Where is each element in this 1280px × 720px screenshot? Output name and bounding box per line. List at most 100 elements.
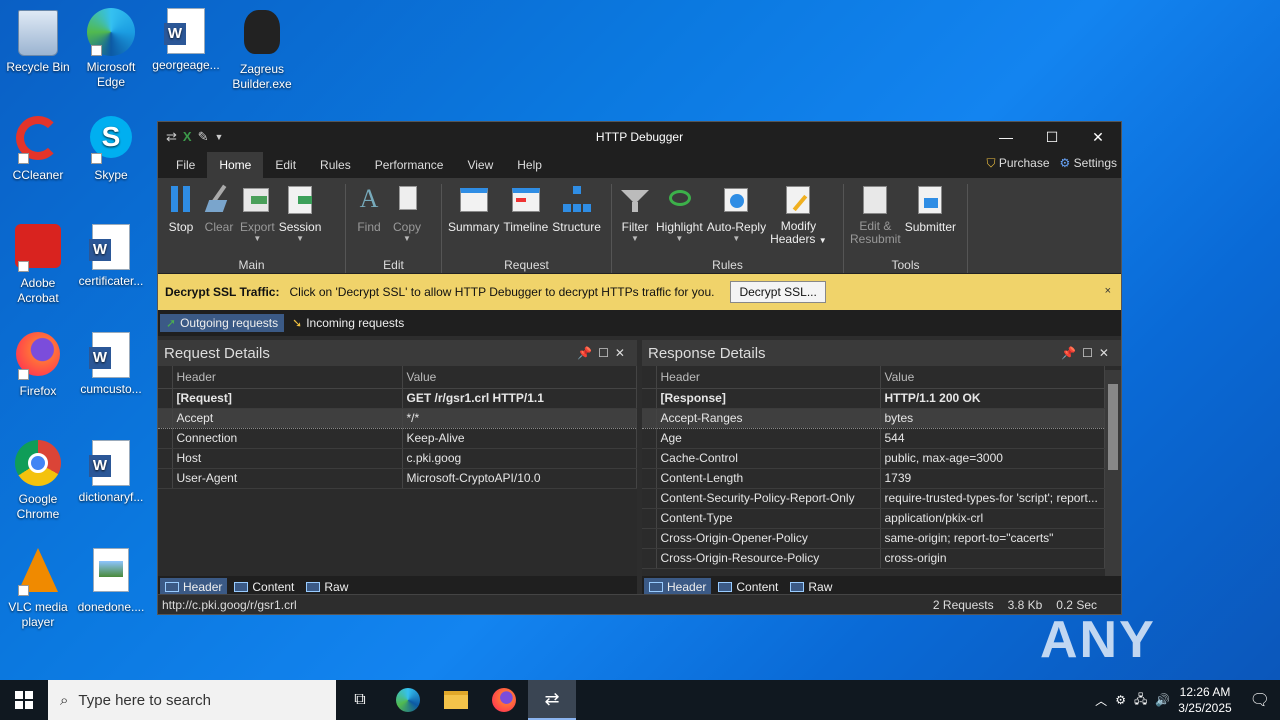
network-icon[interactable]: 🖧 [1134, 690, 1147, 711]
column-header[interactable]: Header [656, 366, 881, 389]
table-row[interactable]: [Request] GET /r/gsr1.crl HTTP/1.1 [158, 388, 637, 409]
desktop-icon-donedone[interactable]: donedone.... [73, 548, 149, 615]
clock[interactable]: 12:26 AM 3/25/2025 [1178, 684, 1231, 716]
table-row[interactable]: User-Agent Microsoft-CryptoAPI/10.0 [158, 468, 637, 489]
modify-headers-button[interactable]: Modify Headers ▼ [770, 184, 827, 258]
desktop-icon-georgeage[interactable]: georgeage... [148, 8, 224, 73]
banner-close-icon[interactable]: × [1105, 285, 1111, 297]
table-row[interactable]: Cache-Control public, max-age=3000 [642, 448, 1105, 469]
column-value[interactable]: Value [402, 366, 637, 389]
start-button[interactable] [0, 680, 48, 720]
desktop-icon-firefox[interactable]: Firefox [0, 332, 76, 399]
table-row[interactable]: Connection Keep-Alive [158, 428, 637, 449]
desktop-icon-recycle-bin[interactable]: Recycle Bin [0, 8, 76, 75]
pane-controls[interactable]: 📌☐✕ [577, 346, 631, 360]
scroll-thumb[interactable] [1108, 384, 1118, 470]
decrypt-ssl-button[interactable]: Decrypt SSL... [730, 281, 826, 303]
tab-incoming-requests[interactable]: ➘ Incoming requests [286, 314, 410, 332]
taskbar-search-box[interactable]: ⌕ Type here to search [48, 680, 336, 720]
response-headers-table: Header Value [Response] HTTP/1.1 200 OK Ac… [642, 366, 1105, 569]
notification-icon[interactable]: 🗨 [1250, 690, 1270, 710]
timeline-button[interactable]: Timeline [503, 184, 548, 258]
menu-help[interactable]: Help [505, 152, 554, 178]
edit-resubmit-icon [859, 184, 891, 216]
settings-button[interactable]: ⚙ Settings [1060, 156, 1117, 171]
table-row[interactable]: Content-Type application/pkix-crl [642, 508, 1105, 529]
response-scrollbar[interactable] [1105, 370, 1121, 576]
auto-reply-button[interactable]: Auto-Reply ▼ [707, 184, 766, 258]
raw-icon [306, 582, 321, 592]
taskbar-file-explorer[interactable] [432, 680, 480, 720]
dropdown-arrow-icon: ▼ [403, 234, 411, 243]
table-row[interactable]: Age 544 [642, 428, 1105, 449]
filter-button[interactable]: Filter ▼ [618, 184, 652, 258]
desktop-icon-label: CCleaner [12, 168, 64, 182]
desktop-icon-chrome[interactable]: Google Chrome [0, 440, 76, 522]
word-doc-icon [89, 224, 130, 270]
desktop-icon-zagreus[interactable]: Zagreus Builder.exe [224, 8, 300, 92]
stop-button[interactable]: Stop [164, 184, 198, 258]
table-row[interactable]: Content-Security-Policy-Report-Only requi… [642, 488, 1105, 509]
table-row[interactable]: Accept */* [158, 407, 637, 429]
session-button[interactable]: Session ▼ [279, 184, 321, 258]
column-value[interactable]: Value [880, 366, 1105, 389]
volume-icon[interactable]: 🔊 [1155, 693, 1170, 707]
menu-file[interactable]: File [164, 152, 207, 178]
tray-app-icon[interactable]: ⚙ [1115, 693, 1126, 707]
summary-button[interactable]: Summary [448, 184, 499, 258]
banner-text: Click on 'Decrypt SSL' to allow HTTP Deb… [289, 285, 715, 299]
desktop-icon-label: cumcusto... [80, 382, 142, 396]
task-view-button[interactable]: ⧉ [336, 680, 384, 720]
submitter-button[interactable]: Submitter [905, 184, 956, 258]
cell-value: same-origin; report-to="cacerts" [880, 528, 1105, 549]
taskbar-http-debugger[interactable]: ⇄ [528, 680, 576, 720]
copy-button[interactable]: Copy ▼ [390, 184, 424, 258]
table-row[interactable]: Host c.pki.goog [158, 448, 637, 469]
group-label-rules: Rules [712, 257, 743, 272]
table-row[interactable]: Cross-Origin-Opener-Policy same-origin; r… [642, 528, 1105, 549]
desktop-icon-certificater[interactable]: certificater... [73, 224, 149, 289]
find-label: Find [357, 220, 381, 234]
tray-chevron-icon[interactable]: ︿ [1095, 692, 1107, 709]
desktop-icon-acrobat[interactable]: Adobe Acrobat [0, 224, 76, 306]
column-header[interactable]: Header [172, 366, 403, 389]
table-row[interactable]: Content-Length 1739 [642, 468, 1105, 489]
table-row[interactable]: Cross-Origin-Resource-Policy cross-origin [642, 548, 1105, 569]
cell-header: Accept [172, 407, 403, 429]
highlight-icon [663, 184, 695, 216]
cell-value: 544 [880, 428, 1105, 449]
close-button[interactable]: ✕ [1075, 122, 1121, 152]
table-row[interactable]: Accept-Ranges bytes [642, 407, 1105, 429]
highlight-button[interactable]: Highlight ▼ [656, 184, 703, 258]
cell-value: GET /r/gsr1.crl HTTP/1.1 [402, 388, 637, 409]
edit-resubmit-button[interactable]: Edit & Resubmit [850, 184, 901, 258]
menu-rules[interactable]: Rules [308, 152, 363, 178]
desktop-icon-ccleaner[interactable]: CCleaner [0, 116, 76, 183]
cell-header: Content-Security-Policy-Report-Only [656, 488, 881, 509]
menu-performance[interactable]: Performance [363, 152, 456, 178]
desktop-icon-vlc[interactable]: VLC media player [0, 548, 76, 630]
pane-controls[interactable]: 📌☐✕ [1061, 346, 1115, 360]
structure-button[interactable]: Structure [552, 184, 601, 258]
purchase-button[interactable]: ⛉ Purchase [986, 156, 1049, 171]
desktop-icon-cumcusto[interactable]: cumcusto... [73, 332, 149, 397]
header-icon [649, 582, 663, 592]
minimize-button[interactable]: — [983, 122, 1029, 152]
desktop-icon-dictionary[interactable]: dictionaryf... [73, 440, 149, 505]
menu-view[interactable]: View [455, 152, 505, 178]
desktop-icon-skype[interactable]: S Skype [73, 116, 149, 183]
tab-outgoing-requests[interactable]: ➚ Outgoing requests [160, 314, 285, 332]
export-button[interactable]: Export ▼ [240, 184, 275, 258]
clear-button[interactable]: Clear [202, 184, 236, 258]
menu-edit[interactable]: Edit [263, 152, 308, 178]
menu-home[interactable]: Home [207, 152, 264, 178]
taskbar-firefox[interactable] [480, 680, 528, 720]
table-row[interactable]: [Response] HTTP/1.1 200 OK [642, 388, 1105, 409]
desktop-icon-edge[interactable]: Microsoft Edge [73, 8, 149, 90]
timeline-icon [510, 184, 542, 216]
dropdown-arrow-icon: ▼ [253, 234, 262, 243]
maximize-button[interactable]: ☐ [1029, 122, 1075, 152]
find-button[interactable]: A Find [352, 184, 386, 258]
cell-header: Accept-Ranges [656, 407, 881, 429]
taskbar-edge[interactable] [384, 680, 432, 720]
